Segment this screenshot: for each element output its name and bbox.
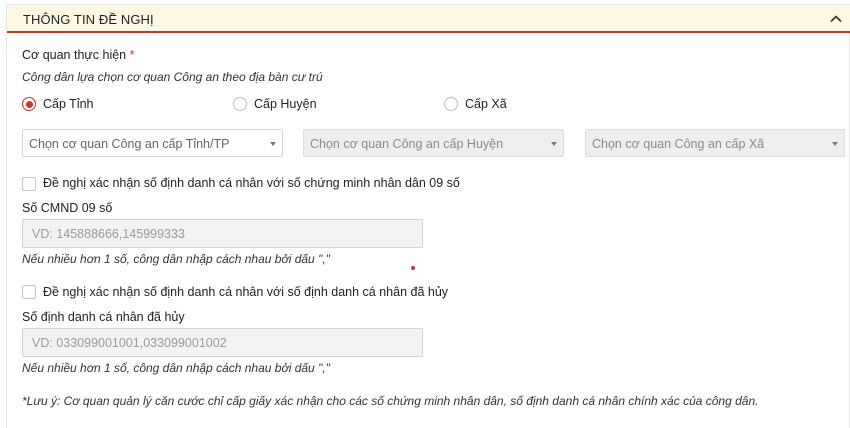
agency-label-text: Cơ quan thực hiện — [22, 48, 127, 62]
cmnd-hint: Nếu nhiều hơn 1 số, công dân nhập cách n… — [22, 252, 330, 266]
commune-select-text: Chọn cơ quan Công an cấp Xã — [592, 137, 765, 151]
radio-cap-huyen-label[interactable]: Cấp Huyện — [254, 97, 317, 111]
radio-cap-tinh-label[interactable]: Cấp Tỉnh — [43, 97, 94, 111]
chevron-down-icon — [270, 142, 276, 146]
red-dot — [411, 266, 415, 270]
district-agency-select[interactable]: Chọn cơ quan Công an cấp Huyện — [303, 129, 564, 157]
cancelled-id-input[interactable] — [22, 328, 423, 357]
chevron-up-icon[interactable] — [826, 9, 846, 29]
cancelled-id-checkbox[interactable] — [22, 285, 36, 299]
panel-title: THÔNG TIN ĐỀ NGHỊ — [23, 12, 154, 27]
province-agency-select[interactable]: Chọn cơ quan Công an cấp Tỉnh/TP — [22, 129, 283, 157]
cmnd-checkbox[interactable] — [22, 177, 36, 191]
cmnd-input[interactable] — [22, 219, 423, 248]
province-select-text: Chọn cơ quan Công an cấp Tỉnh/TP — [29, 137, 230, 151]
radio-cap-xa-label[interactable]: Cấp Xã — [465, 97, 507, 111]
note-text: *Lưu ý: Cơ quan quản lý căn cước chỉ cấp… — [22, 394, 759, 408]
radio-cap-huyen[interactable] — [233, 97, 247, 111]
panel-header[interactable]: THÔNG TIN ĐỀ NGHỊ — [7, 5, 850, 33]
agency-hint: Công dân lựa chọn cơ quan Công an theo đ… — [22, 70, 323, 84]
radio-cap-xa[interactable] — [444, 97, 458, 111]
chevron-down-icon — [551, 142, 557, 146]
chevron-down-icon — [832, 142, 838, 146]
commune-agency-select[interactable]: Chọn cơ quan Công an cấp Xã — [585, 129, 845, 157]
required-mark: * — [129, 48, 135, 62]
cmnd-checkbox-label[interactable]: Đề nghị xác nhận số định danh cá nhân vớ… — [43, 176, 460, 190]
agency-label: Cơ quan thực hiện * — [22, 48, 135, 62]
district-select-text: Chọn cơ quan Công an cấp Huyện — [310, 137, 504, 151]
radio-cap-tinh[interactable] — [22, 97, 36, 111]
cancelled-id-field-label: Số định danh cá nhân đã hủy — [22, 310, 185, 324]
cancelled-id-checkbox-label[interactable]: Đề nghị xác nhận số định danh cá nhân vớ… — [43, 285, 448, 299]
cmnd-field-label: Số CMND 09 số — [22, 201, 113, 215]
cancelled-id-hint: Nếu nhiều hơn 1 số, công dân nhập cách n… — [22, 361, 330, 375]
